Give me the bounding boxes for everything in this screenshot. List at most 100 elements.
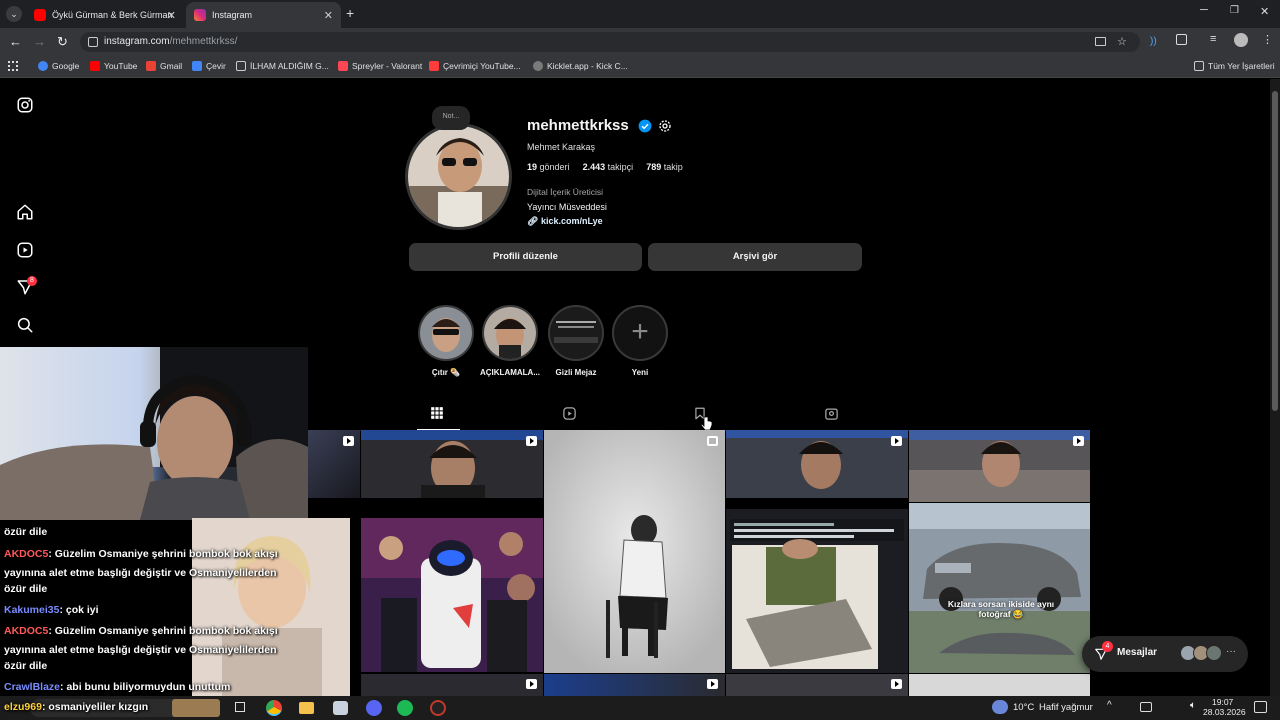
highlight-label: Yeni [631, 368, 649, 377]
close-tab-icon[interactable]: ✕ [167, 9, 176, 22]
media-control-icon[interactable]: ≡ [1210, 33, 1216, 45]
bookmark-label: İLHAM ALDIĞIM G... [250, 61, 329, 71]
profile-link[interactable]: 🔗︎ kick.com/nLye [527, 216, 603, 227]
post-thumbnail[interactable] [361, 430, 543, 498]
tab-reels-icon[interactable] [562, 406, 577, 421]
tab-title: Instagram [212, 10, 253, 20]
weather-temperature: 10°C [1013, 702, 1035, 713]
bookmark-valorant[interactable]: Spreyler - Valorant [338, 61, 422, 71]
close-window-button[interactable]: ✕ [1260, 5, 1269, 18]
bookmark-youtube-online[interactable]: Çevrimiçi YouTube... [429, 61, 521, 71]
notifications-icon[interactable] [1254, 701, 1267, 713]
highlight-citir[interactable] [418, 305, 474, 361]
highlight-new[interactable]: + [612, 305, 668, 361]
reels-icon[interactable] [16, 241, 34, 259]
home-icon[interactable] [16, 203, 34, 221]
file-explorer-icon[interactable] [299, 702, 314, 714]
minimize-button[interactable]: ─ [1200, 4, 1208, 16]
bookmark-label: Çevir [206, 61, 226, 71]
chrome-taskbar-icon[interactable] [266, 700, 282, 716]
video-post-icon [707, 679, 718, 689]
bookmark-youtube[interactable]: YouTube [90, 61, 137, 71]
profile-avatar-icon[interactable] [1234, 33, 1248, 47]
more-icon: ··· [1226, 646, 1236, 657]
verified-badge-icon [638, 119, 652, 133]
tab-youtube[interactable]: Öykü Gürman & Berk Gürman ✕ [26, 2, 184, 28]
bookmark-google[interactable]: Google [38, 61, 79, 71]
close-tab-icon[interactable]: ✕ [324, 9, 333, 22]
clock-time[interactable]: 19:07 [1212, 697, 1233, 707]
extension-blue-icon[interactable]: )) [1150, 32, 1157, 52]
link-text: kick.com/nLye [540, 216, 603, 226]
bookmark-folder[interactable]: İLHAM ALDIĞIM G... [236, 61, 329, 71]
chat-message: Kakumei35: çok iyi [4, 604, 99, 616]
settings-gear-icon[interactable] [657, 118, 673, 134]
tab-instagram[interactable]: Instagram ✕ [186, 2, 341, 28]
task-view-icon[interactable] [235, 702, 245, 712]
post-thumbnail[interactable]: Kızlara sorsan ikiside aynı fotoğraf 😂 [909, 503, 1090, 673]
note-bubble[interactable]: Not... [432, 106, 470, 130]
scrollbar-thumb[interactable] [1272, 91, 1278, 411]
chat-text: : çok iyi [59, 604, 99, 616]
page-scrollbar[interactable] [1270, 79, 1280, 696]
back-icon[interactable]: ← [9, 34, 22, 49]
followers-count[interactable]: 2.443 [583, 162, 606, 172]
mouse-cursor-icon [701, 416, 713, 431]
chat-text: yayınına alet etme başlığı değiştir ve O… [4, 567, 277, 579]
bookmark-star-icon[interactable]: ☆ [1117, 32, 1127, 52]
post-thumbnail[interactable] [544, 430, 725, 673]
reload-icon[interactable]: ↻ [57, 34, 68, 50]
apps-grid-icon[interactable] [8, 61, 18, 71]
profile-stats: 19 gönderi 2.443 takipçi 789 takip [527, 162, 683, 172]
messages-button[interactable]: 4 Mesajlar ··· [1082, 636, 1248, 672]
post-thumbnail[interactable] [544, 674, 725, 696]
new-tab-button[interactable]: + [346, 5, 354, 21]
clock-date[interactable]: 28.03.2026 [1203, 707, 1246, 717]
restore-button[interactable]: ❐ [1230, 5, 1239, 16]
post-thumbnail[interactable] [909, 674, 1090, 696]
app-taskbar-icon[interactable] [333, 701, 348, 715]
tray-chevron-up-icon[interactable]: ^ [1107, 700, 1112, 711]
chat-message: elzu969: osmaniyeliler kızgın [4, 701, 148, 713]
post-thumbnail[interactable] [909, 430, 1090, 502]
site-info-icon[interactable] [88, 37, 98, 47]
install-app-icon[interactable] [1095, 37, 1106, 46]
chat-username: AKDOC5 [4, 625, 49, 637]
tab-tagged-icon[interactable] [824, 406, 839, 421]
bookmark-kicklet[interactable]: Kicklet.app - Kick C... [533, 61, 628, 71]
extensions-icon[interactable] [1176, 34, 1187, 45]
bookmark-gmail[interactable]: Gmail [146, 61, 182, 71]
post-thumbnail[interactable] [361, 674, 543, 696]
search-icon[interactable] [16, 316, 34, 334]
following-count[interactable]: 789 [646, 162, 661, 172]
edit-profile-button[interactable]: Profili düzenle [409, 243, 642, 271]
followers-label[interactable]: takipçi [608, 162, 634, 172]
post-thumbnail[interactable] [361, 518, 543, 672]
following-label[interactable]: takip [664, 162, 683, 172]
post-thumbnail[interactable] [726, 674, 908, 696]
tray-network-icon[interactable] [1140, 702, 1152, 712]
profile-avatar[interactable] [405, 123, 512, 230]
tab-posts-grid-icon[interactable] [430, 406, 444, 420]
post-thumbnail[interactable] [726, 509, 908, 673]
menu-icon[interactable]: ⋮ [1262, 33, 1273, 46]
highlight-aciklamalar[interactable] [482, 305, 538, 361]
highlight-gizli-mejaz[interactable] [548, 305, 604, 361]
forward-icon[interactable]: → [33, 34, 46, 49]
posts-label: gönderi [539, 162, 570, 172]
instagram-logo-icon[interactable] [16, 96, 34, 114]
tab-search-button[interactable]: ⌄ [6, 6, 22, 22]
post-image [726, 509, 908, 673]
post-thumbnail[interactable] [726, 430, 908, 498]
bookmark-translate[interactable]: Çevir [192, 61, 226, 71]
video-post-icon [891, 436, 902, 446]
address-bar[interactable]: instagram.com/mehmettkrkss/ ☆ )) [80, 32, 1157, 52]
webcam-feed [0, 347, 308, 520]
view-archive-button[interactable]: Arşivi gör [648, 243, 862, 271]
spotify-icon[interactable] [397, 700, 413, 716]
discord-icon[interactable] [366, 700, 382, 716]
recording-app-icon[interactable] [430, 700, 446, 716]
all-bookmarks[interactable]: Tüm Yer İşaretleri [1194, 61, 1275, 71]
tray-volume-icon[interactable]: 🔈︎ [1190, 700, 1196, 711]
video-post-icon [343, 436, 354, 446]
